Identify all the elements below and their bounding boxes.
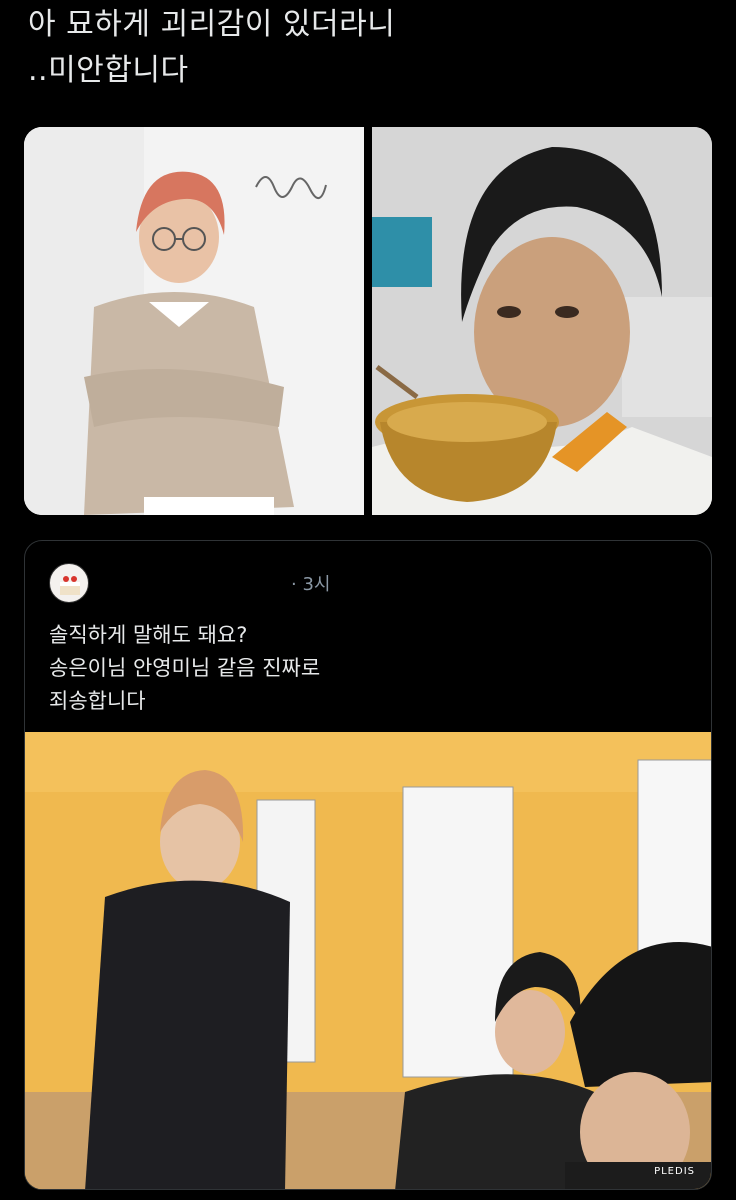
selfie-photo[interactable] [372, 127, 712, 515]
quoted-tweet-media[interactable]: PLEDIS [25, 732, 711, 1189]
avatar[interactable] [49, 563, 89, 603]
quoted-tweet-card[interactable]: · 3시 솔직하게 말해도 돼요? 송은이님 안영미님 같음 진짜로 죄송합니다 [24, 540, 712, 1190]
tweet-line-2: ..미안합니다 [28, 53, 189, 88]
media-watermark: PLEDIS [654, 1166, 695, 1177]
tweet-line-1: 아 묘하게 괴리감이 있더라니 [28, 7, 396, 42]
group-photo-illustration [25, 732, 711, 1189]
quoted-line-1: 솔직하게 말해도 돼요? [49, 623, 248, 647]
quoted-tweet-header: · 3시 [49, 563, 330, 603]
cake-icon [60, 576, 80, 595]
portrait-illustration [24, 127, 364, 515]
quoted-tweet-timestamp: · 3시 [291, 574, 331, 595]
tweet-text: 아 묘하게 괴리감이 있더라니 ..미안합니다 [28, 2, 395, 94]
tweet-photo-grid [24, 127, 712, 515]
quoted-line-3: 죄송합니다 [49, 689, 146, 713]
portrait-photo[interactable] [24, 127, 364, 515]
quoted-line-2: 송은이님 안영미님 같음 진짜로 [49, 656, 321, 680]
selfie-illustration [372, 127, 712, 515]
quoted-tweet-text: 솔직하게 말해도 돼요? 송은이님 안영미님 같음 진짜로 죄송합니다 [49, 619, 320, 718]
